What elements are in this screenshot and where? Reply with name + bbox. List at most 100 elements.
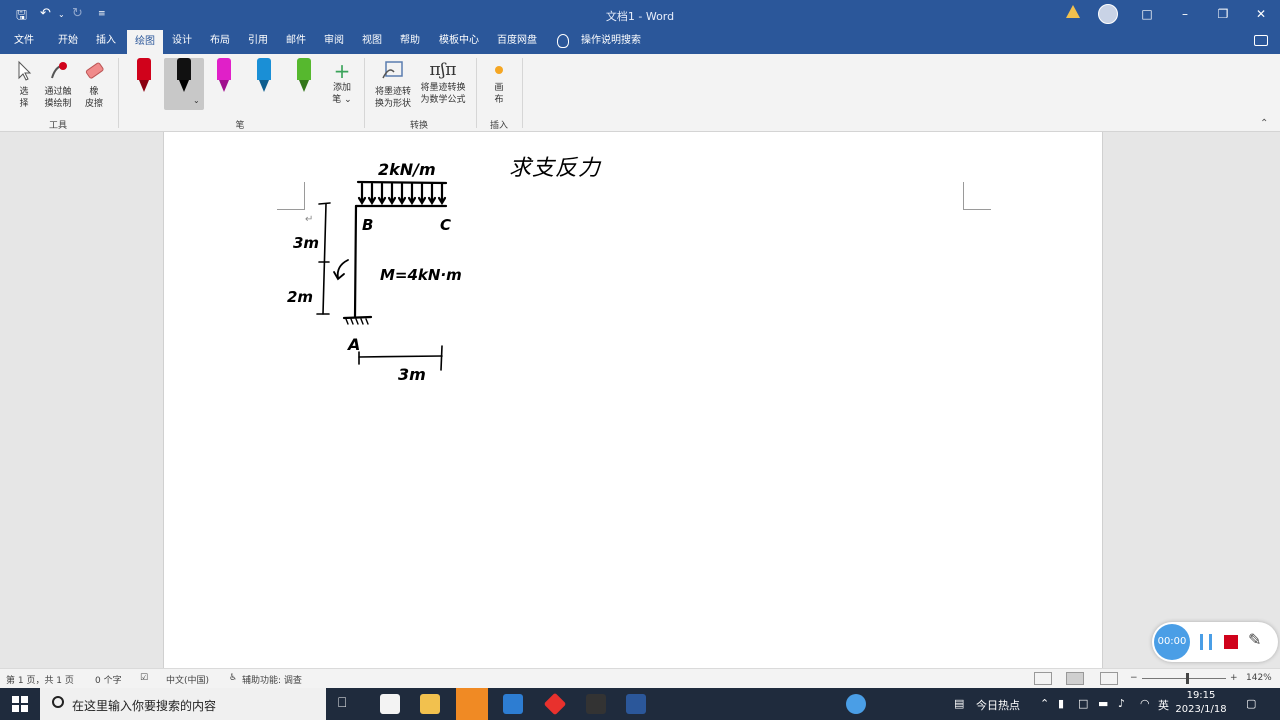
eraser-label: 橡 皮擦 xyxy=(84,87,103,109)
notification-icon[interactable]: ▢ xyxy=(1246,697,1256,710)
taskbar: 在这里输入你要搜索的内容 ⎕ ▤ 今日热点 ⌃ ▮ □ ▬ ♪ ◠ 英 19:1… xyxy=(0,688,1280,720)
pen-black[interactable] xyxy=(177,58,191,96)
app-bolt-icon[interactable] xyxy=(586,694,606,714)
print-layout-button[interactable] xyxy=(1066,672,1084,685)
moment-label: M=4kN·m xyxy=(380,266,462,284)
ink-to-math-button[interactable]: πʃπ 将墨迹转换 为数学公式 xyxy=(416,58,470,106)
read-mode-button[interactable] xyxy=(1034,672,1052,685)
clock[interactable]: 19:15 2023/1/18 xyxy=(1172,689,1230,717)
zoom-slider[interactable] xyxy=(1142,678,1226,679)
pen-blue[interactable] xyxy=(257,58,271,96)
accessibility-icon[interactable]: ♿ xyxy=(229,673,237,683)
tab-file[interactable]: 文件 xyxy=(6,30,42,54)
support-hatch xyxy=(345,318,369,325)
chevron-down-icon[interactable]: ⌄ xyxy=(193,96,200,105)
pen-green[interactable] xyxy=(297,58,311,96)
page[interactable]: ↵ 求支反力 2kN/m B C 3m 2m M=4kN·m A 3m xyxy=(163,132,1103,668)
tab-home[interactable]: 开始 xyxy=(50,30,86,54)
tab-baidu-netdisk[interactable]: 百度网盘 xyxy=(492,30,542,54)
language-indicator[interactable]: 中文(中国) xyxy=(166,673,209,686)
ime-indicator[interactable]: 英 xyxy=(1158,697,1169,713)
frame-diagram: 2kN/m B C 3m 2m M=4kN·m A 3m xyxy=(287,160,462,384)
accessibility-status[interactable]: 辅助功能: 调查 xyxy=(242,673,302,686)
file-explorer-icon[interactable] xyxy=(420,694,440,714)
margin-corner-right xyxy=(963,182,991,210)
load-arrow xyxy=(427,182,437,206)
load-arrow xyxy=(437,182,447,206)
collapse-ribbon-icon[interactable]: ⌃ xyxy=(1260,118,1268,129)
customize-qat-icon[interactable]: ≡ xyxy=(98,9,106,19)
group-label-pens: 笔 xyxy=(235,121,245,131)
warning-icon[interactable] xyxy=(1066,5,1080,18)
volume-icon[interactable]: ♪ xyxy=(1118,697,1125,710)
title-bar: 🖫 ↶ ⌄ ↻ ≡ 文档1 - Word □ – ❐ ✕ xyxy=(0,0,1280,30)
pause-icon[interactable] xyxy=(1200,634,1212,650)
tab-template-center[interactable]: 模板中心 xyxy=(434,30,484,54)
zoom-in-icon[interactable]: + xyxy=(1230,673,1238,683)
node-a-label: A xyxy=(346,335,360,354)
word-count[interactable]: 0 个字 xyxy=(95,673,122,686)
network-icon[interactable]: □ xyxy=(1078,697,1088,710)
tab-references[interactable]: 引用 xyxy=(240,30,276,54)
pen-icon[interactable]: ✎ xyxy=(1248,630,1261,649)
eraser-button[interactable]: 橡 皮擦 xyxy=(80,60,108,110)
chevron-down-icon[interactable]: ⌄ xyxy=(58,10,65,19)
pen-magenta[interactable] xyxy=(217,58,231,96)
tab-review[interactable]: 审阅 xyxy=(316,30,352,54)
drawing-canvas-button[interactable]: 画 布 xyxy=(486,60,512,106)
edge-icon[interactable] xyxy=(456,688,488,720)
page-count[interactable]: 第 1 页，共 1 页 xyxy=(6,673,74,686)
tab-mailings[interactable]: 邮件 xyxy=(278,30,314,54)
task-view-icon[interactable]: ⎕ xyxy=(338,695,346,711)
taskbar-search[interactable]: 在这里输入你要搜索的内容 xyxy=(40,688,326,720)
load-arrow xyxy=(397,182,407,206)
close-icon[interactable]: ✕ xyxy=(1250,4,1272,24)
screen-recorder-widget: 00:00 ✎ xyxy=(1152,622,1278,662)
comments-icon[interactable] xyxy=(1254,35,1268,46)
touch-draw-icon xyxy=(51,62,67,79)
web-layout-button[interactable] xyxy=(1100,672,1118,685)
tab-insert[interactable]: 插入 xyxy=(88,30,124,54)
zoom-out-icon[interactable]: − xyxy=(1130,673,1138,683)
save-icon[interactable]: 🖫 xyxy=(16,6,27,28)
add-pen-button[interactable]: + 添加 笔 ⌄ xyxy=(328,60,356,106)
lightbulb-icon[interactable] xyxy=(557,34,569,48)
windows-start-icon[interactable] xyxy=(12,696,28,712)
tab-design[interactable]: 设计 xyxy=(164,30,200,54)
search-icon xyxy=(52,696,64,708)
stop-icon[interactable] xyxy=(1224,635,1238,649)
tab-draw[interactable]: 绘图 xyxy=(127,30,163,54)
load-arrow xyxy=(417,182,427,206)
restore-icon[interactable]: ❐ xyxy=(1212,4,1234,24)
redo-icon[interactable]: ↻ xyxy=(72,6,83,21)
ribbon-display-options-icon[interactable]: □ xyxy=(1136,4,1158,24)
zoom-slider-thumb[interactable] xyxy=(1186,673,1189,684)
avatar[interactable] xyxy=(1098,4,1118,24)
tab-layout[interactable]: 布局 xyxy=(202,30,238,54)
select-button[interactable]: 选 择 xyxy=(12,60,36,110)
draw-with-touch-button[interactable]: 通过触 摸绘制 xyxy=(40,60,76,110)
undo-icon[interactable]: ↶ xyxy=(40,6,51,21)
minimize-icon[interactable]: – xyxy=(1174,4,1196,24)
battery-icon[interactable]: ▬ xyxy=(1098,697,1108,710)
chevron-up-icon[interactable]: ⌃ xyxy=(1040,697,1049,710)
tell-me-search[interactable]: 操作说明搜索 xyxy=(576,30,646,54)
zoom-level[interactable]: 142% xyxy=(1246,673,1272,683)
app-red-icon[interactable] xyxy=(543,692,567,716)
wifi-icon[interactable]: ◠ xyxy=(1140,697,1150,710)
tab-view[interactable]: 视图 xyxy=(354,30,390,54)
tray-app-icon[interactable]: ▮ xyxy=(1058,697,1064,710)
store-icon[interactable] xyxy=(380,694,400,714)
proofing-icon[interactable]: ☑ xyxy=(140,673,148,683)
news-widget[interactable]: 今日热点 xyxy=(976,697,1020,713)
group-label-insert: 插入 xyxy=(489,121,508,131)
word-icon[interactable] xyxy=(626,694,646,714)
segment-upper-label: 3m xyxy=(293,234,319,252)
news-icon[interactable]: ▤ xyxy=(954,697,964,710)
ink-to-shape-button[interactable]: 将墨迹转 换为形状 xyxy=(370,58,416,110)
help-icon[interactable] xyxy=(846,694,866,714)
tab-help[interactable]: 帮助 xyxy=(392,30,428,54)
divider xyxy=(364,58,365,128)
pen-red[interactable] xyxy=(137,58,151,96)
mail-icon[interactable] xyxy=(503,694,523,714)
